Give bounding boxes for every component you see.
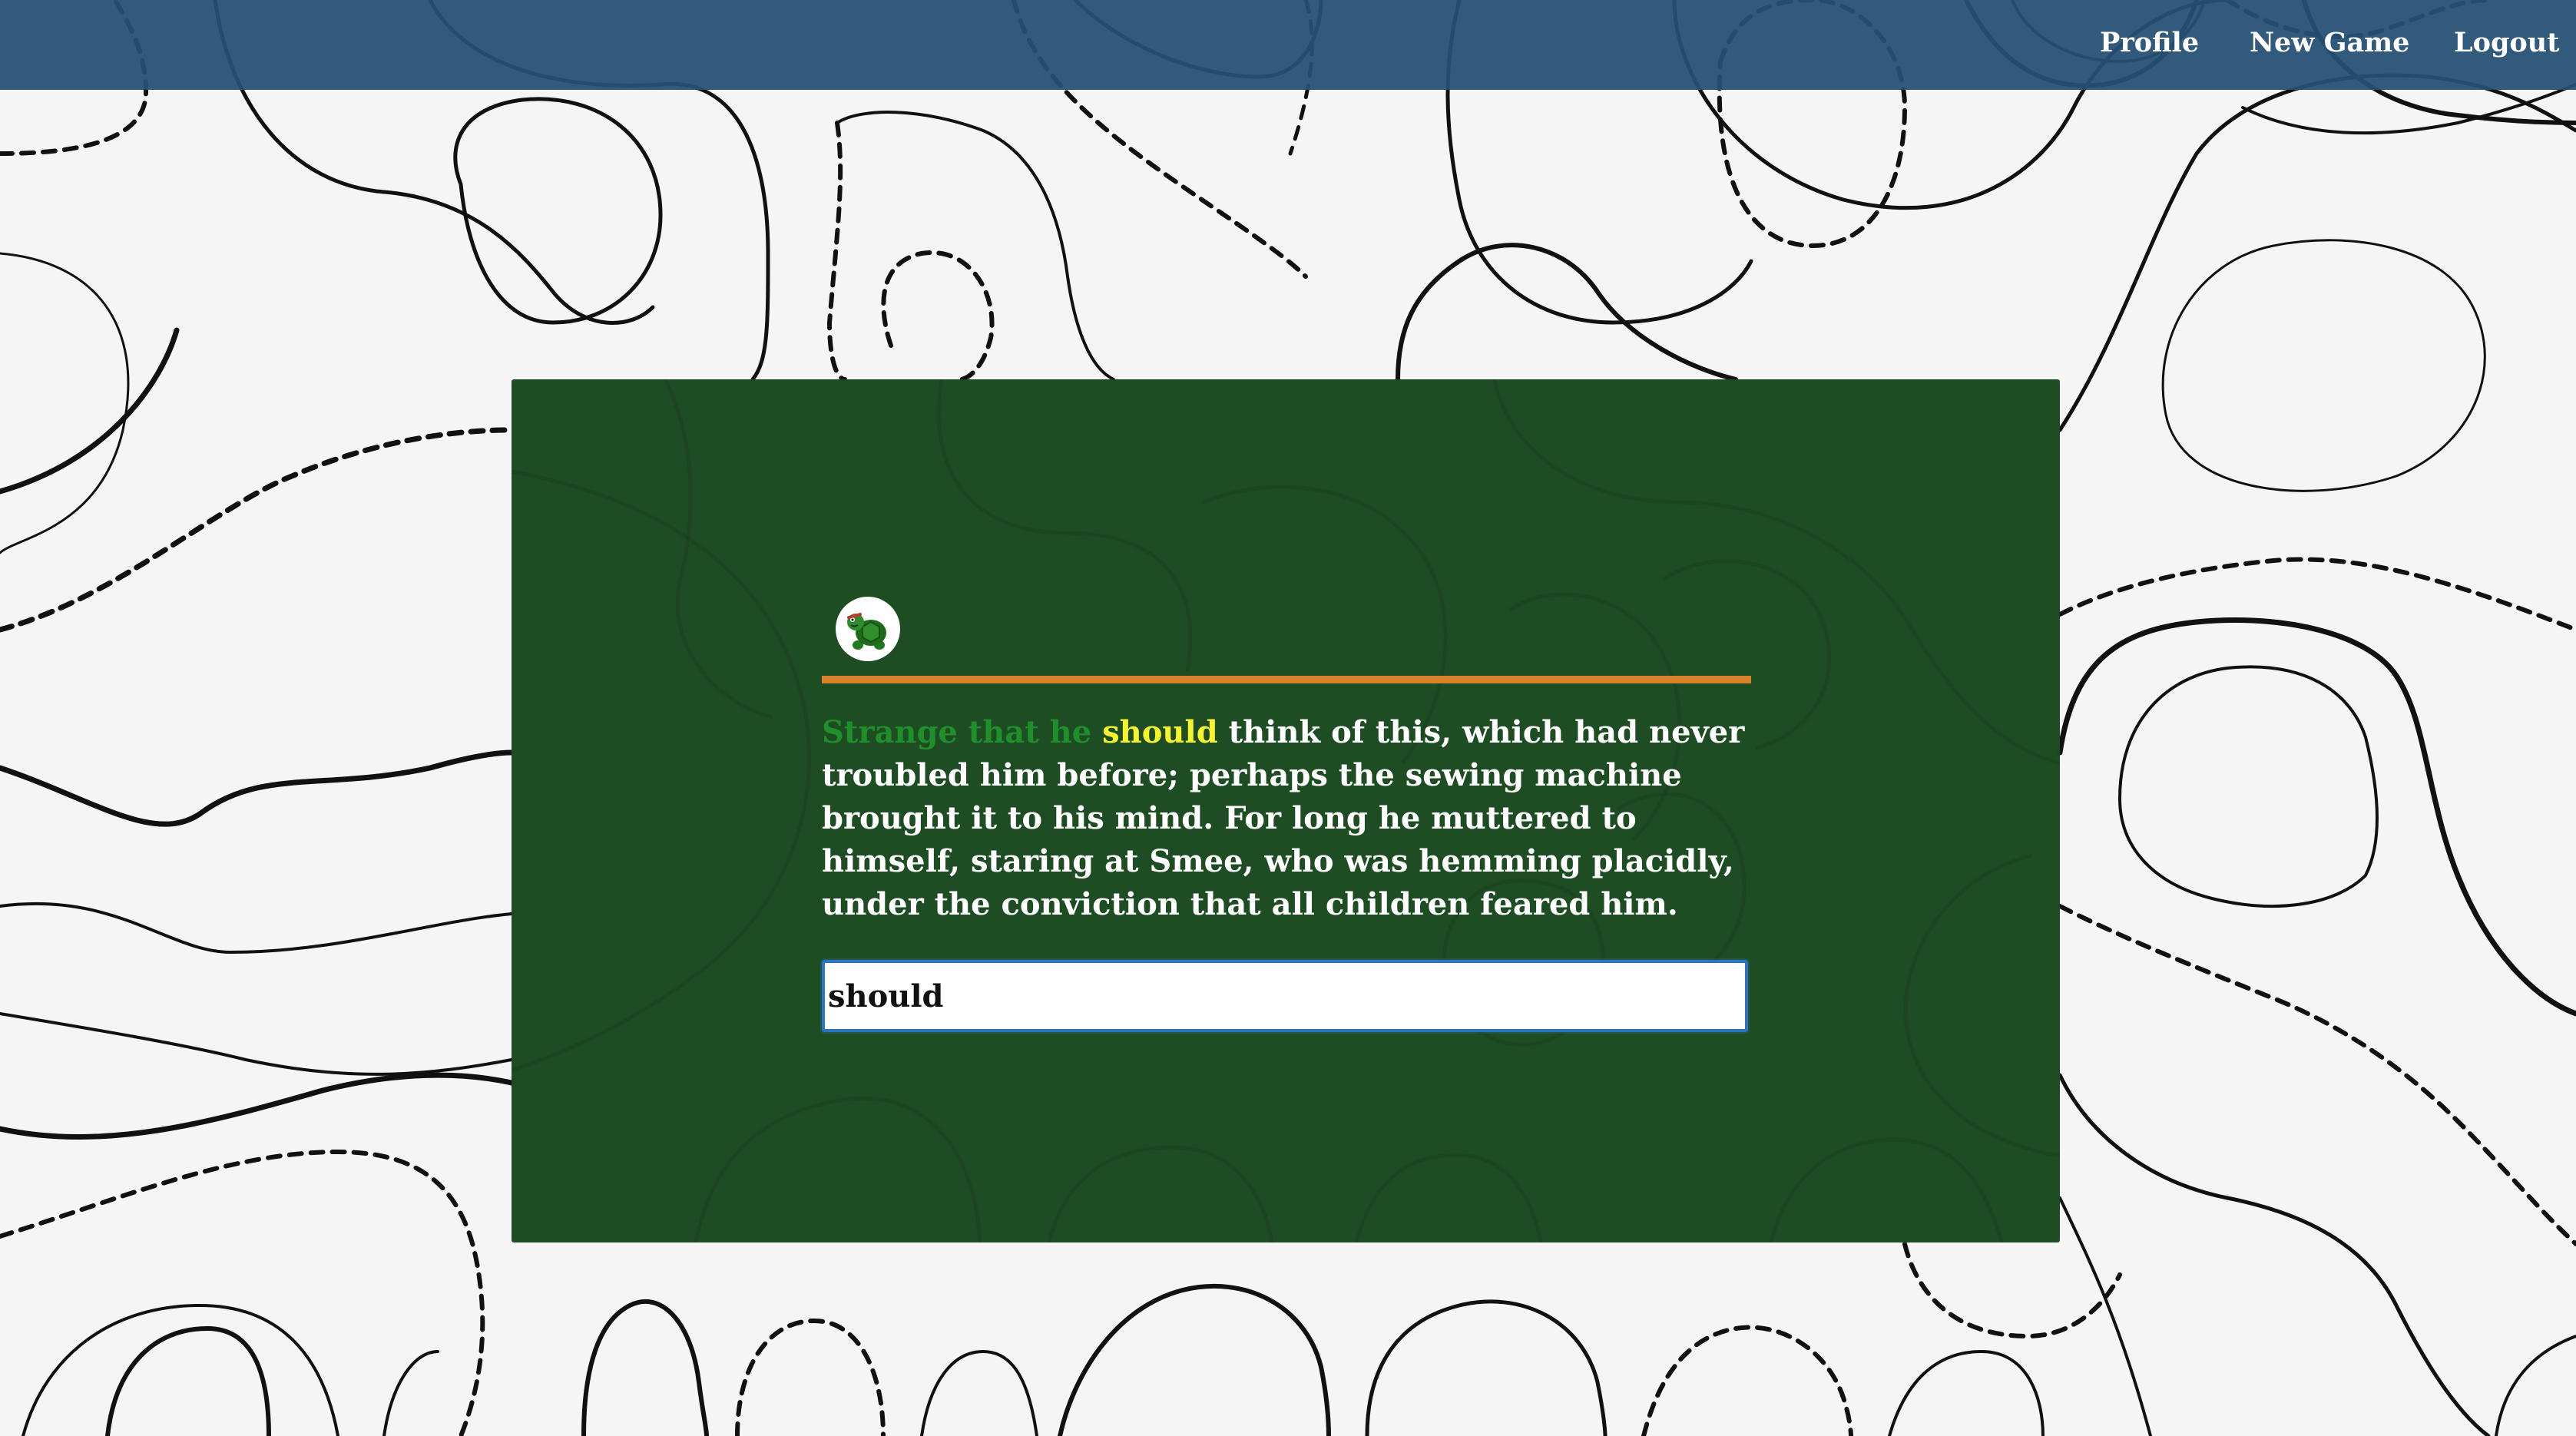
passage-typed-text: Strange that he: [822, 714, 1092, 750]
player-avatar: [835, 596, 901, 662]
typing-input[interactable]: [822, 960, 1748, 1032]
typing-passage: Strange that he should think of this, wh…: [822, 711, 1759, 926]
passage-current-word: should: [1102, 714, 1218, 750]
nav-profile-link[interactable]: Profile: [2100, 25, 2199, 61]
turtle-icon: [836, 597, 900, 661]
top-navbar: Profile New Game Logout: [0, 0, 2576, 90]
typing-progress-fill: [822, 676, 1751, 683]
nav-logout-link[interactable]: Logout: [2454, 25, 2559, 61]
typing-progress-bar: [822, 676, 1751, 683]
nav-new-game-link[interactable]: New Game: [2250, 25, 2409, 61]
typing-game-panel: Strange that he should think of this, wh…: [512, 379, 2060, 1242]
